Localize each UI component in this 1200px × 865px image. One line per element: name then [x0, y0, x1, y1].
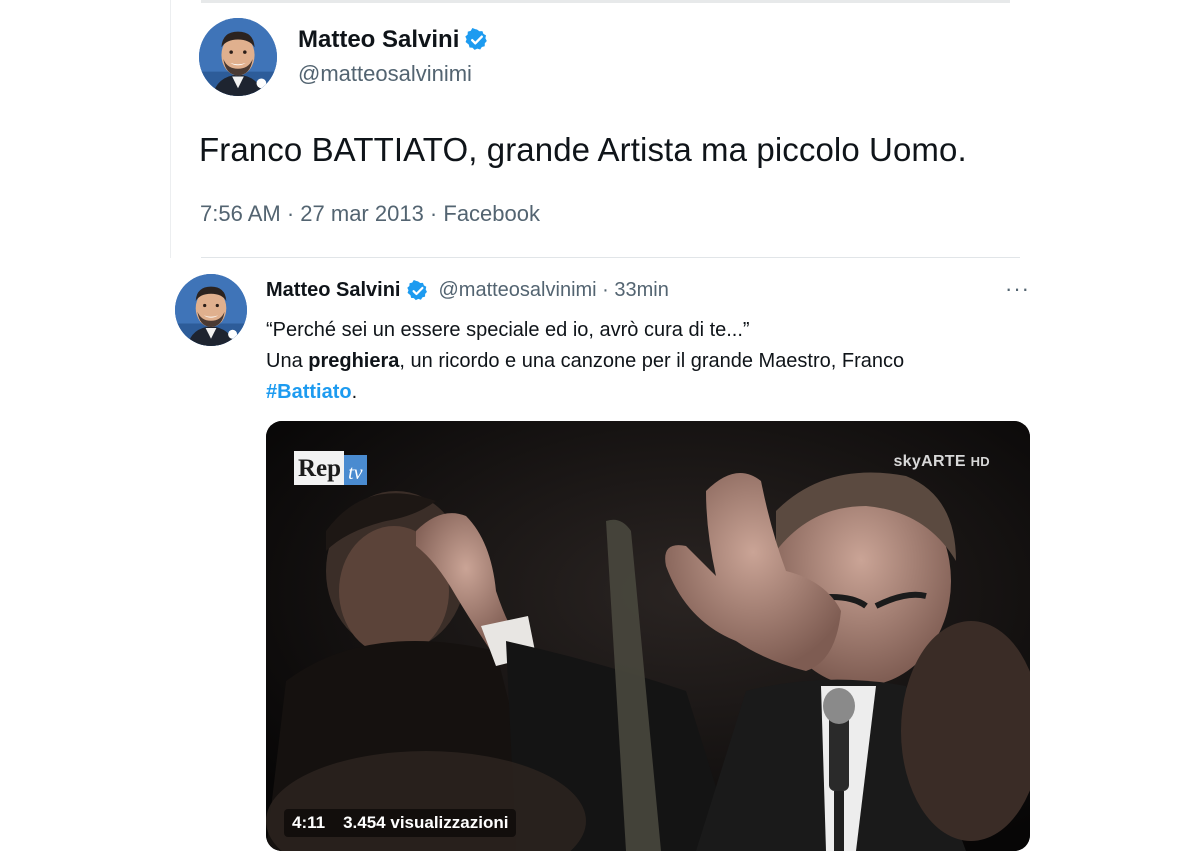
video-view-count: 3.454 visualizzazioni [343, 813, 509, 832]
author-name-row: Matteo Salvini @matteosalvinimi · 33min [266, 279, 669, 302]
video-stats-overlay: 4:11 3.454 visualizzazioni [284, 809, 517, 837]
author-handle: @matteosalvinimi · 33min [438, 279, 668, 302]
tweet-time[interactable]: 7:56 AM [200, 201, 281, 226]
avatar-image [175, 274, 247, 346]
text-fragment: Una [266, 350, 309, 372]
avatar[interactable] [175, 274, 247, 346]
tweet-date[interactable]: 27 mar 2013 [300, 201, 424, 226]
original-tweet-card: Matteo Salvini @matteosalvinimi Franco B… [170, 0, 1020, 258]
author-display-name[interactable]: Matteo Salvini [298, 26, 459, 54]
verified-badge-icon [465, 28, 489, 52]
meta-separator: · [280, 201, 301, 226]
meta-separator: · [423, 201, 444, 226]
video-frame-image [266, 421, 1030, 851]
verified-badge-icon [407, 279, 429, 302]
tweet-text: Franco BATTIATO, grande Artista ma picco… [199, 131, 967, 168]
tweet-line: Una preghiera, un ricordo e una canzone … [266, 346, 1026, 377]
tweet-age[interactable]: 33min [614, 279, 668, 301]
tweet-text: “Perché sei un essere speciale ed io, av… [266, 315, 1026, 408]
handle-text[interactable]: @matteosalvinimi [438, 279, 596, 301]
avatar-image [199, 18, 277, 96]
tweet-metadata: 7:56 AM · 27 mar 2013 · Facebook [200, 201, 540, 227]
reply-tweet-card[interactable]: Matteo Salvini @matteosalvinimi · 33min … [170, 262, 1040, 862]
more-options-icon[interactable]: ··· [1005, 276, 1030, 302]
author-display-name[interactable]: Matteo Salvini [266, 279, 400, 302]
arte-text: ARTE [921, 453, 966, 470]
hd-text: HD [970, 454, 990, 469]
bold-word: preghiera [308, 350, 400, 372]
video-duration: 4:11 [292, 813, 326, 832]
avatar[interactable] [199, 18, 277, 96]
tweet-line: “Perché sei un essere speciale ed io, av… [266, 319, 750, 341]
author-name-row: Matteo Salvini [298, 26, 489, 54]
meta-separator: · [596, 279, 615, 301]
sky-text: sky [893, 453, 922, 470]
repubblica-tv-logo: Rep tv [294, 451, 367, 485]
tweet-line: #Battiato. [266, 377, 1026, 408]
author-handle[interactable]: @matteosalvinimi [298, 61, 472, 87]
tweet-source: Facebook [443, 201, 540, 226]
video-player[interactable]: Rep tv skyARTE HD 4:11 3.454 visualizzazi… [266, 421, 1030, 851]
divider [201, 257, 1020, 258]
rep-logo-text: Rep [294, 451, 345, 485]
text-fragment: , un ricordo e una canzone per il grande… [399, 350, 905, 372]
sky-arte-hd-logo: skyARTE HD [893, 453, 990, 471]
tv-logo-text: tv [344, 455, 367, 485]
text-fragment: . [351, 381, 358, 403]
hashtag-link[interactable]: #Battiato [266, 381, 352, 403]
divider [201, 0, 1010, 3]
